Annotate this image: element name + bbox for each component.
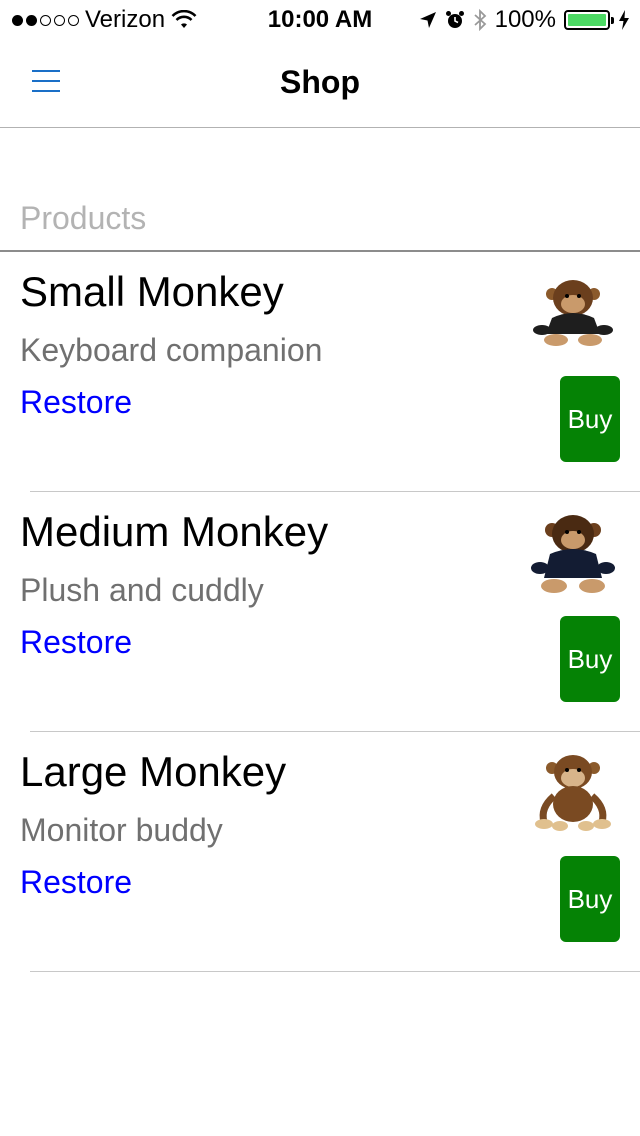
navigation-bar: Shop bbox=[0, 40, 640, 128]
charging-bolt-icon bbox=[619, 10, 629, 30]
battery-icon bbox=[564, 10, 614, 30]
large-monkey-plush-image bbox=[535, 755, 611, 831]
bluetooth-icon bbox=[474, 8, 486, 32]
product-description: Plush and cuddly bbox=[20, 572, 264, 608]
row-divider bbox=[30, 971, 640, 972]
buy-button[interactable]: Buy bbox=[560, 376, 620, 462]
small-monkey-plush-image bbox=[533, 280, 613, 346]
restore-link[interactable]: Restore bbox=[20, 624, 132, 661]
medium-monkey-plush-image bbox=[531, 515, 615, 593]
product-name: Large Monkey bbox=[20, 748, 287, 795]
battery-percent: 100% bbox=[494, 6, 556, 33]
product-row-small-monkey: Small Monkey Keyboard companion Restore … bbox=[0, 252, 640, 492]
product-name: Small Monkey bbox=[20, 268, 284, 315]
restore-link[interactable]: Restore bbox=[20, 864, 132, 901]
section-header: Products bbox=[0, 128, 640, 252]
page-title: Shop bbox=[280, 64, 360, 100]
location-arrow-icon bbox=[419, 12, 436, 28]
product-row-large-monkey: Large Monkey Monitor buddy Restore Buy bbox=[0, 732, 640, 972]
section-title: Products bbox=[20, 200, 147, 236]
battery-level-fill bbox=[568, 14, 606, 26]
product-list: Small Monkey Keyboard companion Restore … bbox=[0, 252, 640, 972]
product-row-medium-monkey: Medium Monkey Plush and cuddly Restore B… bbox=[0, 492, 640, 732]
product-name: Medium Monkey bbox=[20, 508, 329, 555]
product-description: Monitor buddy bbox=[20, 812, 223, 848]
status-right: 100% bbox=[419, 6, 630, 34]
product-description: Keyboard companion bbox=[20, 332, 323, 368]
status-bar: Verizon 10:00 AM 100% bbox=[0, 0, 640, 40]
buy-button[interactable]: Buy bbox=[560, 856, 620, 942]
buy-button[interactable]: Buy bbox=[560, 616, 620, 702]
restore-link[interactable]: Restore bbox=[20, 384, 132, 421]
alarm-clock-icon bbox=[445, 11, 464, 28]
